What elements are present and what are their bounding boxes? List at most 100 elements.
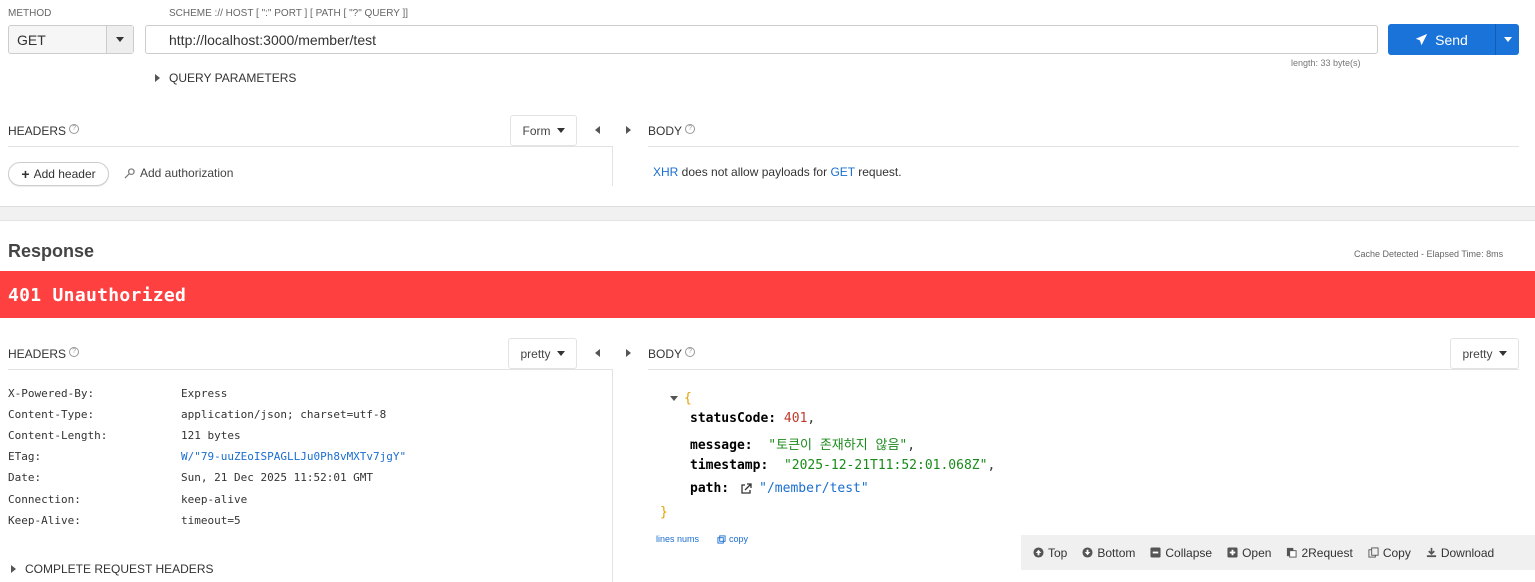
download-label: Download [1440,545,1495,560]
response-headers-title-text: HEADERS [8,347,67,361]
section-separator [0,206,1535,221]
to-request-button[interactable]: 2Request [1286,546,1353,560]
status-text: 401 Unauthorized [8,285,187,306]
bottom-button[interactable]: Bottom [1082,546,1135,560]
header-value: 121 bytes [181,429,241,442]
etag-value-link[interactable]: W/"79-uuZEoISPAGLLJu0Ph8vMXTv7jgY" [181,450,406,463]
request-headers-mode-value: Form [522,123,551,138]
json-open-line: { [670,391,692,406]
complete-request-headers-toggle[interactable]: COMPLETE REQUEST HEADERS [11,562,213,576]
method-dropdown-toggle[interactable] [106,26,133,53]
response-headers-title: HEADERS? [8,347,80,361]
json-path-link[interactable]: "/member/test" [759,481,869,496]
response-body-mode-select[interactable]: pretty [1450,338,1519,369]
body-message-end: request. [854,165,902,179]
request-headers-mode-select[interactable]: Form [510,115,577,146]
paste-icon [1287,547,1297,558]
json-line-path: path: "/member/test" [690,481,869,496]
divider [648,146,1519,147]
method-label: METHOD [8,8,52,19]
json-close-brace: } [660,505,668,520]
copy-body-link[interactable]: copy [717,534,748,544]
status-bar: 401 Unauthorized [0,271,1535,318]
download-button[interactable]: Download [1426,546,1494,560]
url-length-info: length: 33 byte(s) [1291,58,1361,68]
download-icon [1426,547,1436,558]
json-open-brace: { [684,391,692,406]
json-string: "2025-12-21T11:52:01.068Z" [783,458,988,473]
expand-arrow-icon [11,565,16,573]
send-button-group[interactable]: Send [1388,24,1519,55]
url-field[interactable] [145,25,1378,54]
json-line-message: message: "토큰이 존재하지 않음", [690,434,915,453]
expand-right-icon[interactable] [626,126,631,134]
help-icon[interactable]: ? [685,347,696,357]
collapse-left-icon[interactable] [595,349,600,357]
divider [648,369,1519,370]
send-label: Send [1435,31,1468,48]
plus-icon: + [21,166,30,182]
copy-icon [717,534,726,544]
divider [612,369,613,582]
cache-info: Cache Detected - Elapsed Time: 8ms [1354,249,1504,259]
response-headers-mode-select[interactable]: pretty [508,338,577,369]
collapse-left-icon[interactable] [595,126,600,134]
json-comma: , [807,411,816,426]
help-icon[interactable]: ? [685,124,696,134]
header-value: application/json; charset=utf-8 [181,408,387,421]
json-key: timestamp: [690,458,769,473]
json-number: 401 [783,411,808,426]
query-parameters-label: QUERY PARAMETERS [169,71,297,85]
arrow-down-circle-icon [1082,547,1093,558]
header-value: Sun, 21 Dec 2025 11:52:01 GMT [181,471,374,484]
divider [8,146,612,147]
divider [8,369,612,370]
header-key: Connection: [8,493,81,506]
method-value: GET [17,32,46,48]
xhr-link[interactable]: XHR [653,165,678,179]
help-icon[interactable]: ? [69,124,80,134]
json-line-statuscode: statusCode: 401, [690,411,815,426]
lines-nums-link[interactable]: lines nums [656,534,699,544]
open-label: Open [1242,545,1272,560]
request-headers-title-text: HEADERS [8,124,67,138]
add-authorization-button[interactable]: Add authorization [124,166,233,180]
bottom-label: Bottom [1097,545,1136,560]
chevron-down-icon [116,37,124,42]
key-icon [124,167,135,179]
method-select[interactable]: GET [8,25,134,54]
copy-button[interactable]: Copy [1368,546,1411,560]
collapse-json-icon[interactable] [670,396,678,401]
open-button[interactable]: Open [1227,546,1271,560]
add-header-button[interactable]: + Add header [8,162,109,186]
complete-request-headers-label: COMPLETE REQUEST HEADERS [25,562,214,576]
request-body-title: BODY? [648,124,696,138]
send-options-toggle[interactable] [1495,24,1519,55]
json-comma: , [907,438,916,453]
top-button[interactable]: Top [1033,546,1067,560]
expand-right-icon[interactable] [626,349,631,357]
response-headers-mode-value: pretty [520,346,551,361]
add-authorization-label: Add authorization [140,166,234,180]
paper-plane-icon [1415,33,1428,46]
header-value: timeout=5 [181,514,241,527]
body-message-text: does not allow payloads for [678,165,831,179]
chevron-down-icon [556,351,565,356]
query-parameters-toggle[interactable]: QUERY PARAMETERS [155,71,296,85]
json-line-timestamp: timestamp: "2025-12-21T11:52:01.068Z", [690,458,995,473]
chevron-down-icon [1503,37,1512,42]
json-key: statusCode: [690,411,777,426]
help-icon[interactable]: ? [69,347,80,357]
response-body-title: BODY? [648,347,696,361]
request-headers-title: HEADERS? [8,124,80,138]
lines-nums-label: lines nums [656,534,700,544]
json-string: "토큰이 존재하지 않음" [768,438,908,453]
chevron-down-icon [556,128,565,133]
external-link-icon[interactable] [740,482,752,495]
send-button[interactable]: Send [1388,24,1495,55]
url-input[interactable] [146,26,1377,53]
json-comma: , [987,458,996,473]
collapse-button[interactable]: Collapse [1150,546,1212,560]
get-link[interactable]: GET [830,165,854,179]
header-key: ETag: [8,450,42,463]
